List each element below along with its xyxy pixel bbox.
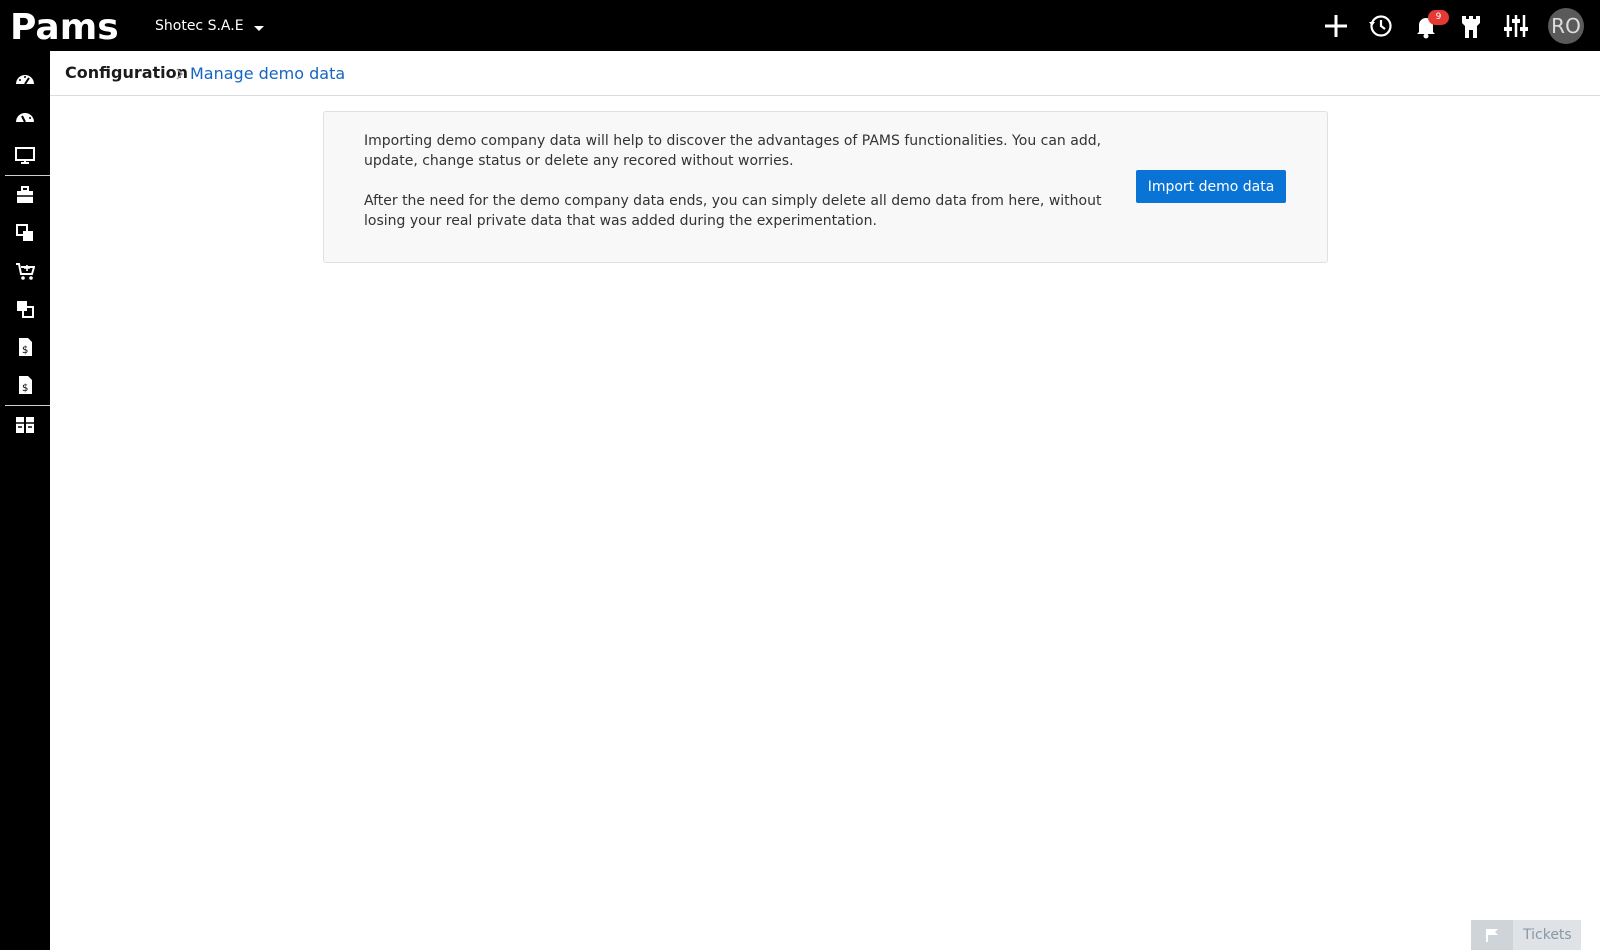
sidebar-divider (5, 405, 50, 406)
briefcase-icon[interactable] (0, 177, 50, 213)
delete-description: After the need for the demo company data… (364, 193, 1102, 229)
svg-text:$: $ (22, 345, 28, 356)
notification-badge: 9 (1428, 10, 1449, 25)
plus-icon[interactable] (1322, 12, 1350, 40)
breadcrumb: Configuration Manage demo data (50, 51, 1600, 96)
flag-icon (1471, 920, 1513, 950)
tickets-button[interactable]: Tickets (1471, 920, 1581, 950)
boxes-out-icon[interactable] (0, 291, 50, 327)
chevron-right-icon (176, 68, 184, 80)
breadcrumb-configuration[interactable]: Configuration (65, 63, 188, 82)
svg-text:Pams: Pams (10, 7, 119, 44)
dashboard-alt-icon[interactable] (0, 99, 50, 135)
company-name: Shotec S.A.E (155, 18, 244, 34)
sliders-icon[interactable] (1502, 12, 1530, 40)
monitor-icon[interactable] (0, 137, 50, 173)
import-demo-data-button[interactable]: Import demo data (1136, 170, 1286, 203)
cart-icon[interactable] (0, 253, 50, 289)
tickets-label: Tickets (1523, 927, 1572, 943)
sidebar: $ $ (0, 51, 50, 950)
company-selector[interactable]: Shotec S.A.E (155, 18, 264, 34)
import-description: Importing demo company data will help to… (364, 133, 1102, 169)
config-grid-icon[interactable] (0, 407, 50, 443)
pams-logo[interactable]: Pams (10, 6, 130, 44)
castle-icon[interactable] (1457, 12, 1485, 40)
demo-data-panel: Importing demo company data will help to… (323, 111, 1328, 263)
user-avatar[interactable]: RO (1548, 8, 1584, 44)
breadcrumb-current: Manage demo data (190, 64, 346, 83)
invoice-icon[interactable]: $ (0, 329, 50, 365)
top-bar: Pams Shotec S.A.E 9 RO (0, 0, 1600, 51)
boxes-icon[interactable] (0, 215, 50, 251)
history-icon[interactable] (1367, 12, 1395, 40)
dashboard-icon[interactable] (0, 61, 50, 97)
caret-down-icon (253, 25, 264, 31)
sidebar-divider (5, 175, 50, 176)
svg-text:$: $ (22, 383, 28, 394)
invoice-alt-icon[interactable]: $ (0, 367, 50, 403)
